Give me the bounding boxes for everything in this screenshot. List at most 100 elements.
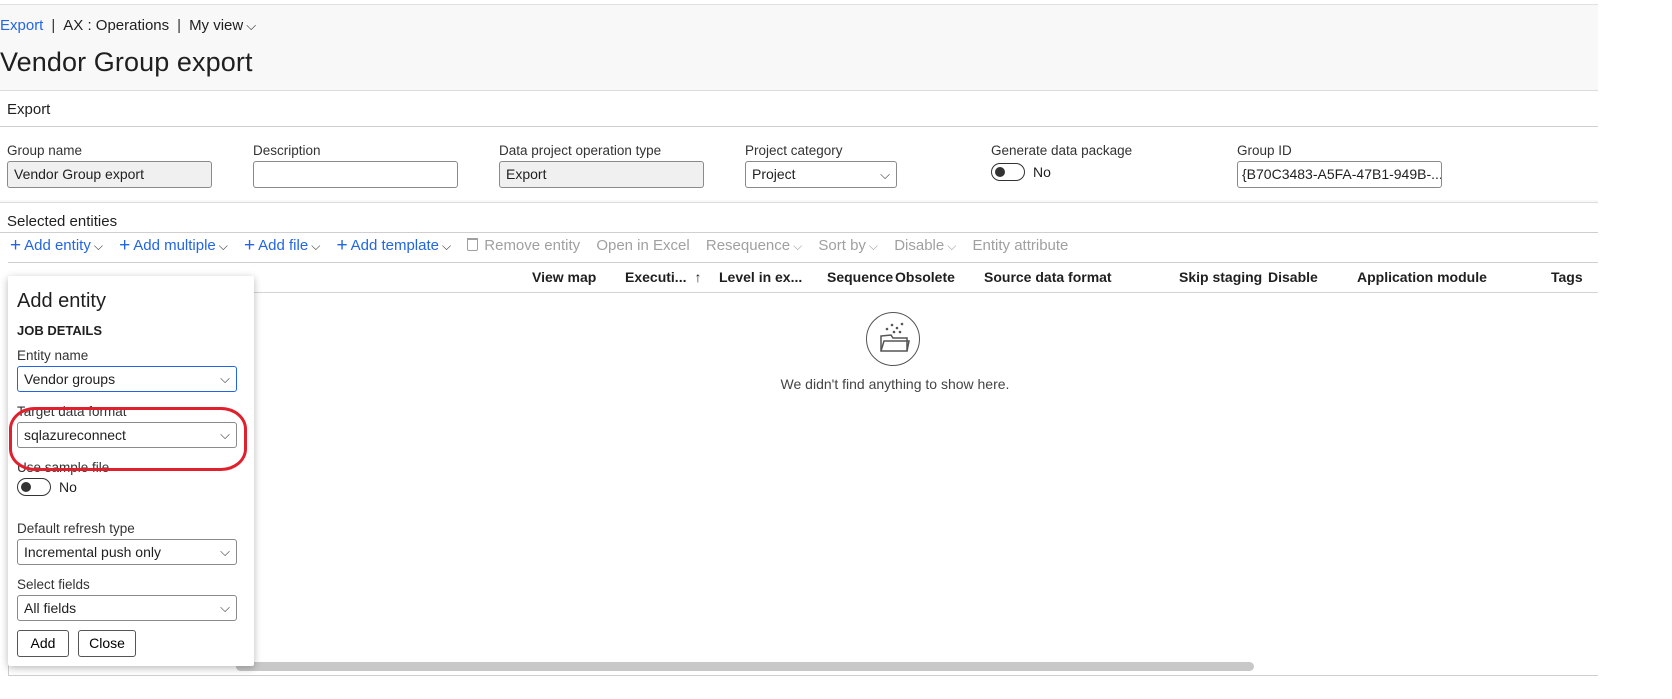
column-execution[interactable]: Executi... ↑ — [625, 269, 701, 285]
chevron-down-icon: ⌵ — [880, 167, 890, 182]
breadcrumb: Export | AX : Operations | My view ⌵ — [0, 17, 256, 34]
disable-label: Disable — [894, 237, 945, 254]
section-divider — [0, 232, 1598, 233]
add-multiple-label: Add multiple — [133, 237, 216, 254]
sort-ascending-icon: ↑ — [694, 269, 702, 285]
open-in-excel-button[interactable]: Open in Excel — [596, 237, 689, 254]
column-obsolete[interactable]: Obsolete — [895, 269, 955, 285]
chevron-down-icon: ⌵ — [218, 239, 228, 253]
plus-icon: + — [336, 235, 348, 256]
chevron-down-icon: ⌵ — [220, 371, 230, 386]
group-name-label: Group name — [7, 143, 83, 158]
column-sequence[interactable]: Sequence — [827, 269, 893, 285]
column-level[interactable]: Level in ex... — [719, 269, 802, 285]
close-button[interactable]: Close — [78, 630, 136, 657]
job-details-heading: JOB DETAILS — [17, 323, 102, 338]
chevron-down-icon: ⌵ — [93, 239, 103, 253]
project-category-value: Project — [752, 166, 796, 182]
breadcrumb-export-link[interactable]: Export — [0, 17, 43, 34]
sort-by-button[interactable]: Sort by ⌵ — [818, 237, 878, 254]
add-entity-panel: Add entity JOB DETAILS Entity name Vendo… — [8, 276, 254, 666]
description-label: Description — [253, 143, 321, 158]
column-execution-label: Executi... — [625, 269, 687, 285]
generate-package-value: No — [1033, 164, 1051, 181]
resequence-button[interactable]: Resequence ⌵ — [706, 237, 802, 254]
plus-icon: + — [119, 235, 131, 256]
breadcrumb-separator: | — [51, 17, 56, 34]
select-fields-select[interactable]: All fields ⌵ — [17, 595, 237, 621]
chevron-down-icon: ⌵ — [220, 600, 230, 615]
description-field: Description — [253, 143, 458, 188]
chevron-down-icon: ⌵ — [868, 239, 879, 253]
view-selector-label: My view — [189, 17, 244, 34]
add-entity-button[interactable]: + Add entity ⌵ — [10, 235, 103, 257]
entity-attribute-button[interactable]: Entity attribute — [973, 237, 1069, 254]
page-title: Vendor Group export — [0, 47, 253, 77]
breadcrumb-company: AX : Operations — [63, 17, 170, 34]
add-file-label: Add file — [258, 237, 309, 254]
select-fields-field: Select fields All fields ⌵ — [17, 577, 237, 621]
remove-entity-label: Remove entity — [484, 237, 581, 254]
export-section-heading[interactable]: Export — [7, 101, 50, 118]
view-selector[interactable]: My view ⌵ — [189, 17, 256, 34]
generate-package-toggle[interactable] — [991, 163, 1025, 182]
folder-icon — [880, 322, 910, 352]
entity-name-select[interactable]: Vendor groups ⌵ — [17, 366, 237, 392]
refresh-type-label: Default refresh type — [17, 521, 135, 536]
add-template-button[interactable]: + Add template ⌵ — [336, 235, 451, 257]
horizontal-scrollbar[interactable] — [236, 662, 1254, 671]
entity-name-label: Entity name — [17, 348, 89, 363]
add-entity-label: Add entity — [24, 237, 91, 254]
generate-package-field: Generate data package No — [991, 143, 1191, 182]
column-view-map[interactable]: View map — [532, 269, 596, 285]
breadcrumb-separator: | — [177, 17, 182, 34]
empty-state-message: We didn't find anything to show here. — [780, 376, 1010, 392]
select-fields-label: Select fields — [17, 577, 90, 592]
sort-by-label: Sort by — [818, 237, 866, 254]
add-multiple-button[interactable]: + Add multiple ⌵ — [119, 235, 228, 257]
select-fields-value: All fields — [24, 600, 77, 616]
add-file-button[interactable]: + Add file ⌵ — [244, 235, 320, 257]
empty-folder-icon — [866, 312, 920, 366]
chevron-down-icon: ⌵ — [441, 239, 452, 253]
entities-toolbar: + Add entity ⌵ + Add multiple ⌵ + Add file ⌵ +… — [10, 235, 1080, 257]
group-id-input[interactable]: {B70C3483-A5FA-47B1-949B-... — [1237, 161, 1442, 188]
entity-name-value: Vendor groups — [24, 371, 116, 387]
column-app-module[interactable]: Application module — [1357, 269, 1487, 285]
group-name-input[interactable]: Vendor Group export — [7, 161, 212, 188]
use-sample-file-value: No — [59, 479, 77, 496]
project-category-select[interactable]: Project ⌵ — [745, 161, 897, 188]
export-section: Export Group name Vendor Group export De… — [0, 90, 1598, 200]
column-skip-staging[interactable]: Skip staging — [1179, 269, 1262, 285]
plus-icon: + — [244, 235, 256, 256]
description-input[interactable] — [253, 161, 458, 188]
operation-type-label: Data project operation type — [499, 143, 662, 158]
generate-package-label: Generate data package — [991, 143, 1133, 158]
chevron-down-icon: ⌵ — [947, 239, 957, 253]
column-source-format[interactable]: Source data format — [984, 269, 1112, 285]
disable-button[interactable]: Disable ⌵ — [894, 237, 956, 254]
grid-header: View map Executi... ↑ Level in ex... Sequ… — [250, 263, 1598, 293]
remove-entity-button[interactable]: Remove entity — [467, 237, 580, 254]
chevron-down-icon: ⌵ — [246, 18, 257, 33]
group-name-field: Group name Vendor Group export — [7, 143, 212, 188]
generate-package-toggle-row: No — [991, 161, 1191, 182]
selected-entities-heading[interactable]: Selected entities — [7, 213, 117, 230]
chevron-down-icon: ⌵ — [220, 544, 230, 559]
column-tags[interactable]: Tags — [1551, 269, 1583, 285]
add-button[interactable]: Add — [17, 630, 69, 657]
trash-icon — [467, 238, 479, 251]
use-sample-file-row: No — [17, 478, 237, 497]
refresh-type-select[interactable]: Incremental push only ⌵ — [17, 539, 237, 565]
operation-type-input[interactable]: Export — [499, 161, 704, 188]
use-sample-file-toggle[interactable] — [17, 478, 51, 497]
chevron-down-icon: ⌵ — [311, 239, 321, 253]
resequence-label: Resequence — [705, 237, 791, 254]
project-category-label: Project category — [745, 143, 843, 158]
plus-icon: + — [10, 235, 22, 256]
column-disable[interactable]: Disable — [1268, 269, 1318, 285]
highlight-annotation — [9, 407, 247, 471]
group-id-label: Group ID — [1237, 143, 1292, 158]
add-template-label: Add template — [350, 237, 439, 254]
chevron-down-icon: ⌵ — [793, 239, 803, 253]
